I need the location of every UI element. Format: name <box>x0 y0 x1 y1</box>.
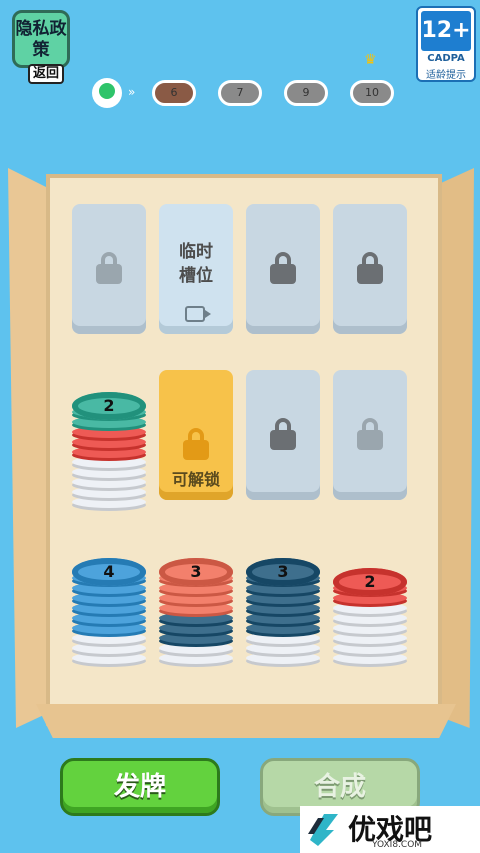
level-chip: 10 <box>350 80 394 106</box>
locked-slot[interactable] <box>246 204 320 334</box>
age-rating-tip: 适龄提示 <box>426 70 466 81</box>
lock-icon <box>183 428 209 460</box>
locked-slot[interactable] <box>246 370 320 500</box>
chip-count-label: 3 <box>190 562 202 581</box>
box-flap-bottom <box>36 704 456 738</box>
privacy-policy-label: 隐私政策 <box>15 19 67 60</box>
chip-count-label: 2 <box>364 572 376 591</box>
chip-count-label: 4 <box>103 562 115 581</box>
privacy-policy-button[interactable]: 隐私政策 <box>12 10 70 68</box>
age-rating-badge[interactable]: 12+ CADPA 适龄提示 <box>416 6 476 82</box>
chip-stack[interactable]: 3 <box>159 526 233 672</box>
video-icon <box>185 306 211 322</box>
back-button[interactable]: 返回 <box>28 64 65 84</box>
lock-icon <box>270 418 296 450</box>
level-chip: 9 <box>284 80 328 106</box>
level-chip: 6 <box>152 80 196 106</box>
lock-icon <box>357 252 383 284</box>
check-icon <box>92 78 122 108</box>
chip-count-label: 2 <box>103 396 115 415</box>
age-rating-org: CADPA <box>427 53 465 64</box>
arrow-icon: » <box>128 85 136 99</box>
lock-icon <box>96 252 122 284</box>
lock-icon <box>357 418 383 450</box>
box-flap-left <box>8 168 48 728</box>
locked-slot[interactable] <box>333 370 407 500</box>
locked-slot[interactable] <box>72 204 146 334</box>
level-progress: » 6 7 9 10 <box>92 78 398 110</box>
chip-stack[interactable]: 2 <box>333 526 407 672</box>
chip-stack[interactable]: 3 <box>246 526 320 672</box>
brand-url: YOXI8.COM <box>372 840 423 850</box>
unlockable-slot[interactable]: 可解锁 <box>159 370 233 500</box>
chip-stack[interactable]: 4 <box>72 526 146 672</box>
brand-logo-icon <box>308 814 338 846</box>
unlock-label: 可解锁 <box>171 470 220 489</box>
level-chip: 7 <box>218 80 262 106</box>
chip-stack[interactable]: 2 <box>72 370 146 516</box>
crown-icon: ♛ <box>364 52 377 68</box>
temp-slot[interactable]: 临时槽位 <box>159 204 233 334</box>
game-box: 临时槽位 2 可解锁 4 3 3 2 <box>8 168 474 738</box>
lock-icon <box>270 252 296 284</box>
deal-button[interactable]: 发牌 <box>60 758 220 816</box>
temp-slot-label: 临时槽位 <box>179 242 213 286</box>
chip-count-label: 3 <box>277 562 289 581</box>
locked-slot[interactable] <box>333 204 407 334</box>
age-rating-value: 12+ <box>421 11 471 51</box>
brand-watermark: 优戏吧 YOXI8.COM <box>300 806 480 853</box>
